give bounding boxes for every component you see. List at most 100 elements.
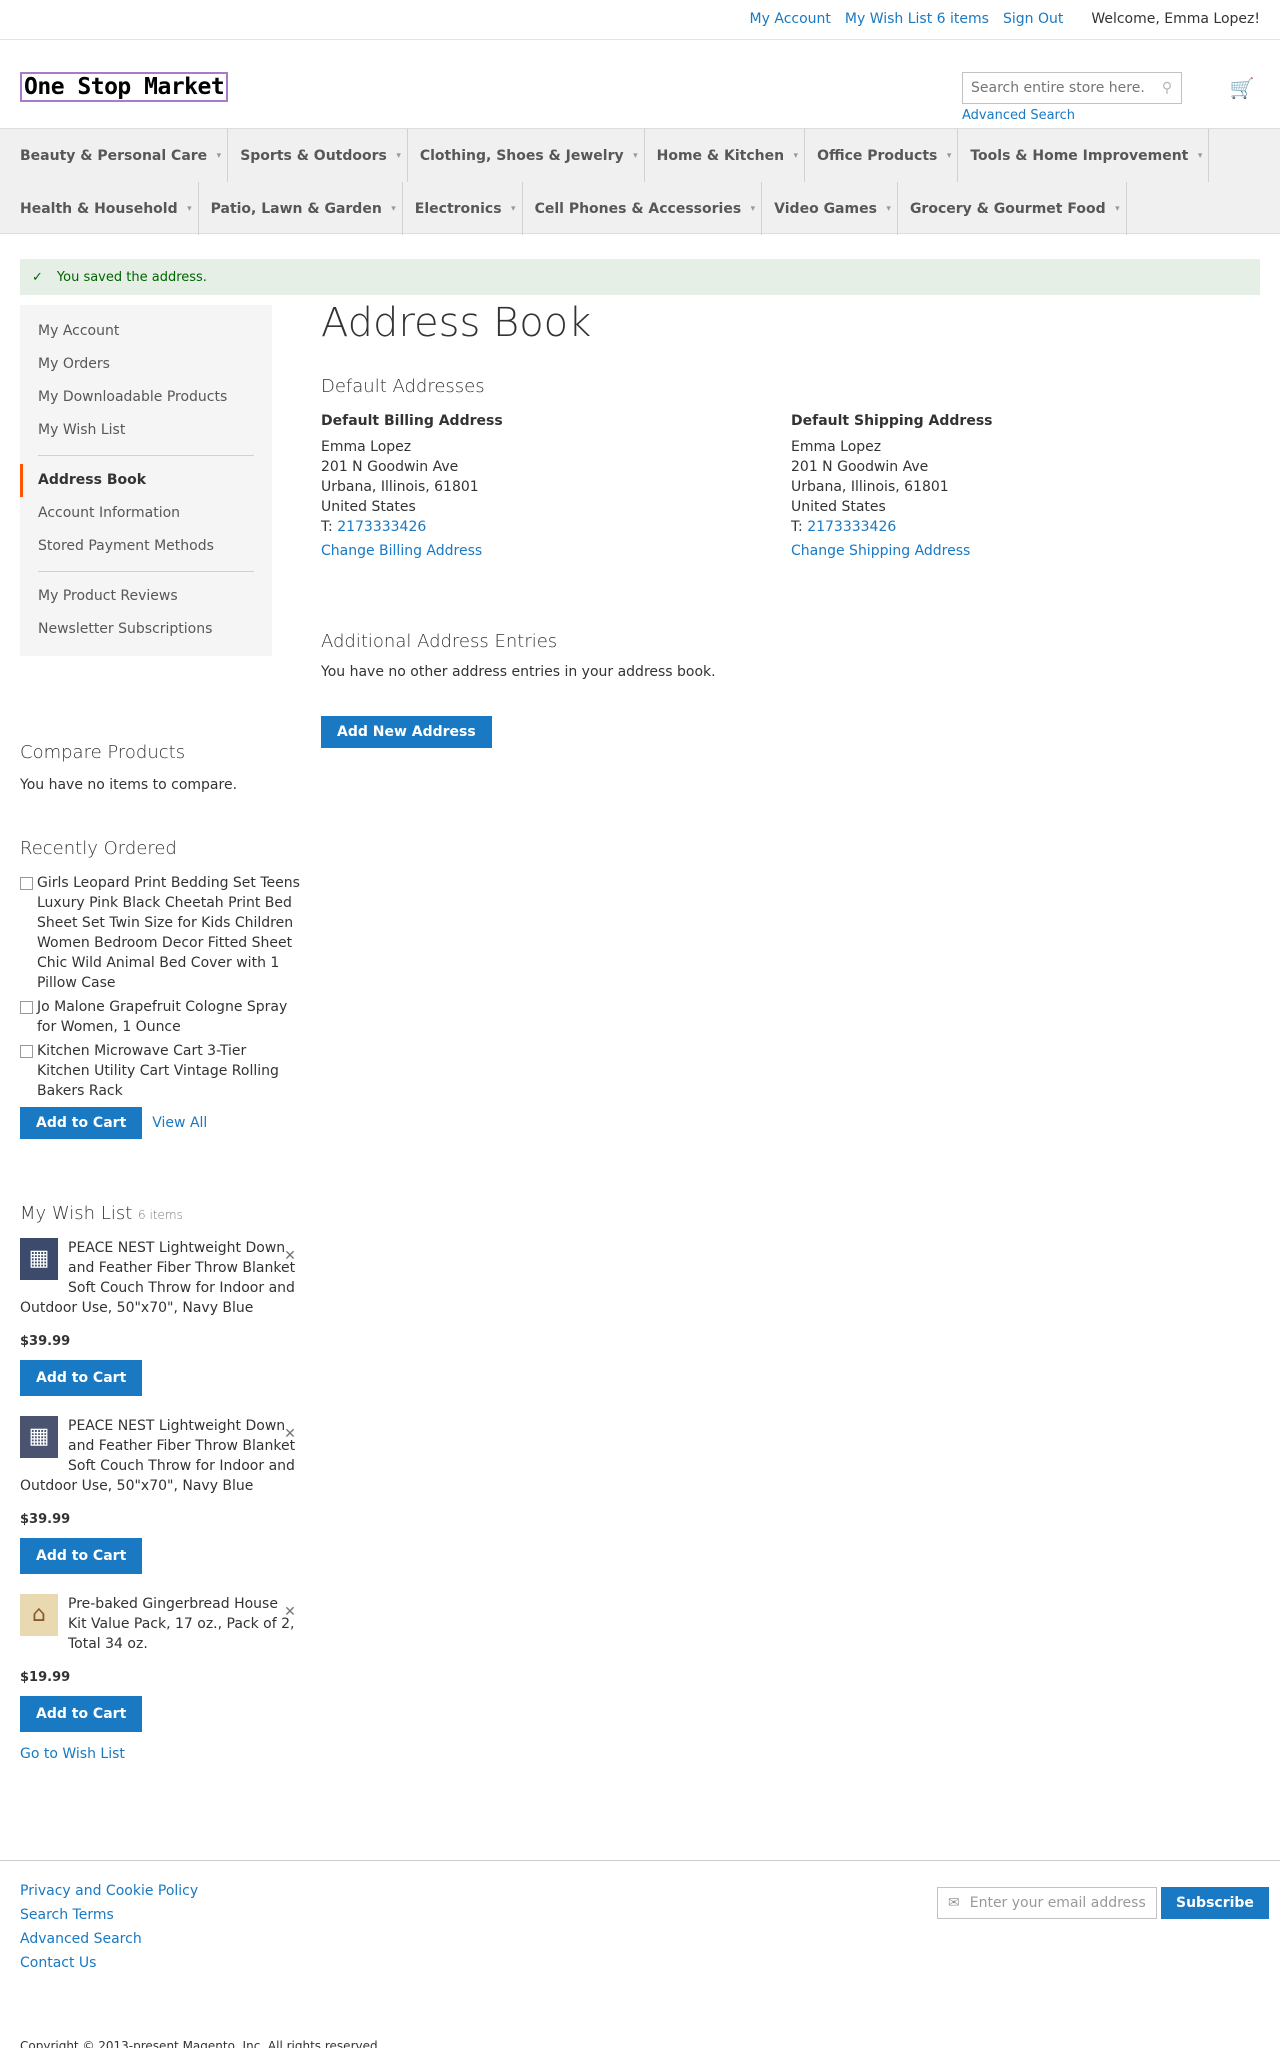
checkmark-icon: ✓ — [32, 269, 43, 285]
chevron-down-icon: ▾ — [633, 150, 638, 161]
compare-title: Compare Products — [20, 742, 186, 763]
nav-row-1: Beauty & Personal Care ▾ Sports & Outdoor… — [8, 129, 1210, 182]
item-checkbox[interactable] — [20, 877, 33, 890]
sidebar-item-payment-methods[interactable]: Stored Payment Methods — [20, 530, 272, 563]
contact-us-link[interactable]: Contact Us — [20, 1955, 198, 1971]
product-link[interactable]: Girls Leopard Print Bedding Set Teens Lu… — [37, 873, 300, 993]
change-billing-address-link[interactable]: Change Billing Address — [321, 541, 482, 561]
nav-label: Home & Kitchen — [656, 147, 785, 164]
product-link[interactable]: Pre-baked Gingerbread House Kit Value Pa… — [68, 1596, 294, 1652]
add-to-cart-button[interactable]: Add to Cart — [20, 1696, 143, 1732]
nav-row-2: Health & Household ▾ Patio, Lawn & Garden… — [8, 182, 1127, 235]
my-account-link[interactable]: My Account — [750, 11, 831, 27]
close-icon[interactable]: ✕ — [278, 1244, 302, 1268]
product-link[interactable]: PEACE NEST Lightweight Down and Feather … — [20, 1240, 295, 1316]
nav-label: Electronics — [414, 200, 502, 217]
additional-addresses-title: Additional Address Entries — [321, 631, 558, 652]
shipping-phone-link[interactable]: 2173333426 — [807, 519, 896, 535]
advanced-search-link[interactable]: Advanced Search — [962, 108, 1075, 123]
search-terms-link[interactable]: Search Terms — [20, 1907, 198, 1923]
default-addresses-title: Default Addresses — [321, 376, 485, 397]
close-icon[interactable]: ✕ — [278, 1422, 302, 1446]
recently-ordered-title: Recently Ordered — [20, 838, 177, 859]
shipping-address-title: Default Shipping Address — [791, 413, 993, 429]
wish-list-link[interactable]: My Wish List 6 items — [845, 11, 989, 27]
newsletter-form: ✉ Enter your email address Subscribe — [937, 1887, 1269, 1919]
nav-item[interactable]: Cell Phones & Accessories ▾ — [523, 182, 763, 235]
sidebar-item-my-account[interactable]: My Account — [20, 315, 272, 348]
wishlist-item: ▦ PEACE NEST Lightweight Down and Feathe… — [20, 1416, 300, 1574]
nav-label: Clothing, Shoes & Jewelry — [419, 147, 624, 164]
footer: Privacy and Cookie Policy Search Terms A… — [0, 1860, 1280, 2048]
go-to-wishlist-link[interactable]: Go to Wish List — [20, 1746, 125, 1762]
compare-products-block: Compare Products You have no items to co… — [20, 742, 300, 793]
product-image[interactable]: ⌂ — [20, 1594, 58, 1636]
chevron-down-icon: ▾ — [1115, 203, 1120, 214]
product-link[interactable]: PEACE NEST Lightweight Down and Feather … — [20, 1418, 295, 1494]
nav-item[interactable]: Patio, Lawn & Garden ▾ — [199, 182, 403, 235]
add-new-address-button[interactable]: Add New Address — [321, 716, 492, 748]
footer-advanced-search-link[interactable]: Advanced Search — [20, 1931, 198, 1947]
product-price: $39.99 — [20, 1334, 71, 1349]
add-to-cart-button[interactable]: Add to Cart — [20, 1538, 143, 1574]
top-links: My Account My Wish List 6 items Sign Out… — [750, 11, 1260, 27]
product-image[interactable]: ▦ — [20, 1238, 58, 1280]
item-checkbox[interactable] — [20, 1045, 33, 1058]
product-link[interactable]: Jo Malone Grapefruit Cologne Spray for W… — [37, 997, 300, 1037]
view-all-link[interactable]: View All — [152, 1115, 207, 1131]
sidebar-item-my-orders[interactable]: My Orders — [20, 348, 272, 381]
sidebar-item-newsletter[interactable]: Newsletter Subscriptions — [20, 613, 272, 646]
list-item: Jo Malone Grapefruit Cologne Spray for W… — [20, 997, 300, 1037]
wishlist-title-text: My Wish List — [20, 1203, 133, 1224]
chevron-down-icon: ▾ — [511, 203, 516, 214]
main-content: Address Book Default Addresses Default B… — [321, 300, 1261, 748]
product-image[interactable]: ▦ — [20, 1416, 58, 1458]
product-link[interactable]: Kitchen Microwave Cart 3-Tier Kitchen Ut… — [37, 1041, 300, 1101]
default-addresses: Default Billing Address Emma Lopez 201 N… — [321, 411, 1261, 561]
sidebar-item-downloadable-products[interactable]: My Downloadable Products — [20, 381, 272, 414]
phone-prefix: T: — [791, 519, 808, 535]
chevron-down-icon: ▾ — [216, 150, 222, 161]
sidebar-item-wish-list[interactable]: My Wish List — [20, 414, 272, 447]
chevron-down-icon: ▾ — [750, 203, 756, 214]
close-icon[interactable]: ✕ — [278, 1600, 302, 1624]
nav-item[interactable]: Tools & Home Improvement ▾ — [958, 129, 1210, 182]
item-checkbox[interactable] — [20, 1001, 33, 1014]
sidebar-item-product-reviews[interactable]: My Product Reviews — [20, 580, 272, 613]
wishlist-item: ▦ PEACE NEST Lightweight Down and Feathe… — [20, 1238, 300, 1396]
store-logo[interactable]: One Stop Market — [20, 72, 229, 102]
sidebar-item-account-information[interactable]: Account Information — [20, 497, 272, 530]
nav-label: Beauty & Personal Care — [20, 147, 208, 164]
billing-phone-link[interactable]: 2173333426 — [337, 519, 426, 535]
nav-item[interactable]: Sports & Outdoors ▾ — [228, 129, 408, 182]
search-icon[interactable]: ⚲ — [1153, 74, 1181, 102]
nav-item[interactable]: Electronics ▾ — [403, 182, 523, 235]
search-input[interactable] — [963, 80, 1153, 96]
nav-item[interactable]: Grocery & Gourmet Food ▾ — [898, 182, 1127, 235]
subscribe-button[interactable]: Subscribe — [1161, 1887, 1269, 1919]
cart-icon[interactable]: 🛒 — [1226, 72, 1258, 104]
shipping-street: 201 N Goodwin Ave — [791, 459, 929, 475]
sign-out-link[interactable]: Sign Out — [1003, 11, 1063, 27]
recently-ordered-block: Recently Ordered Girls Leopard Print Bed… — [20, 838, 300, 1139]
sidebar-item-address-book: Address Book — [20, 464, 272, 497]
nav-item[interactable]: Beauty & Personal Care ▾ — [8, 129, 229, 182]
chevron-down-icon: ▾ — [391, 203, 396, 214]
list-item: Kitchen Microwave Cart 3-Tier Kitchen Ut… — [20, 1041, 300, 1101]
envelope-icon: ✉ — [948, 1895, 960, 1911]
nav-item[interactable]: Health & Household ▾ — [8, 182, 199, 235]
wishlist-block: My Wish List 6 items ▦ PEACE NEST Lightw… — [20, 1203, 300, 1762]
nav-item[interactable]: Video Games ▾ — [762, 182, 898, 235]
nav-item[interactable]: Office Products ▾ — [805, 129, 959, 182]
account-sidebar: My Account My Orders My Downloadable Pro… — [20, 305, 272, 656]
privacy-policy-link[interactable]: Privacy and Cookie Policy — [20, 1883, 198, 1899]
chevron-down-icon: ▾ — [886, 203, 891, 214]
nav-item[interactable]: Clothing, Shoes & Jewelry ▾ — [408, 129, 645, 182]
change-shipping-address-link[interactable]: Change Shipping Address — [791, 541, 970, 561]
nav-item[interactable]: Home & Kitchen ▾ — [645, 129, 806, 182]
add-to-cart-button[interactable]: Add to Cart — [20, 1360, 143, 1396]
add-to-cart-button[interactable]: Add to Cart — [20, 1107, 143, 1139]
compare-empty-text: You have no items to compare. — [20, 777, 238, 793]
newsletter-email-field[interactable]: ✉ Enter your email address — [937, 1887, 1157, 1919]
success-message-text: You saved the address. — [56, 269, 207, 285]
